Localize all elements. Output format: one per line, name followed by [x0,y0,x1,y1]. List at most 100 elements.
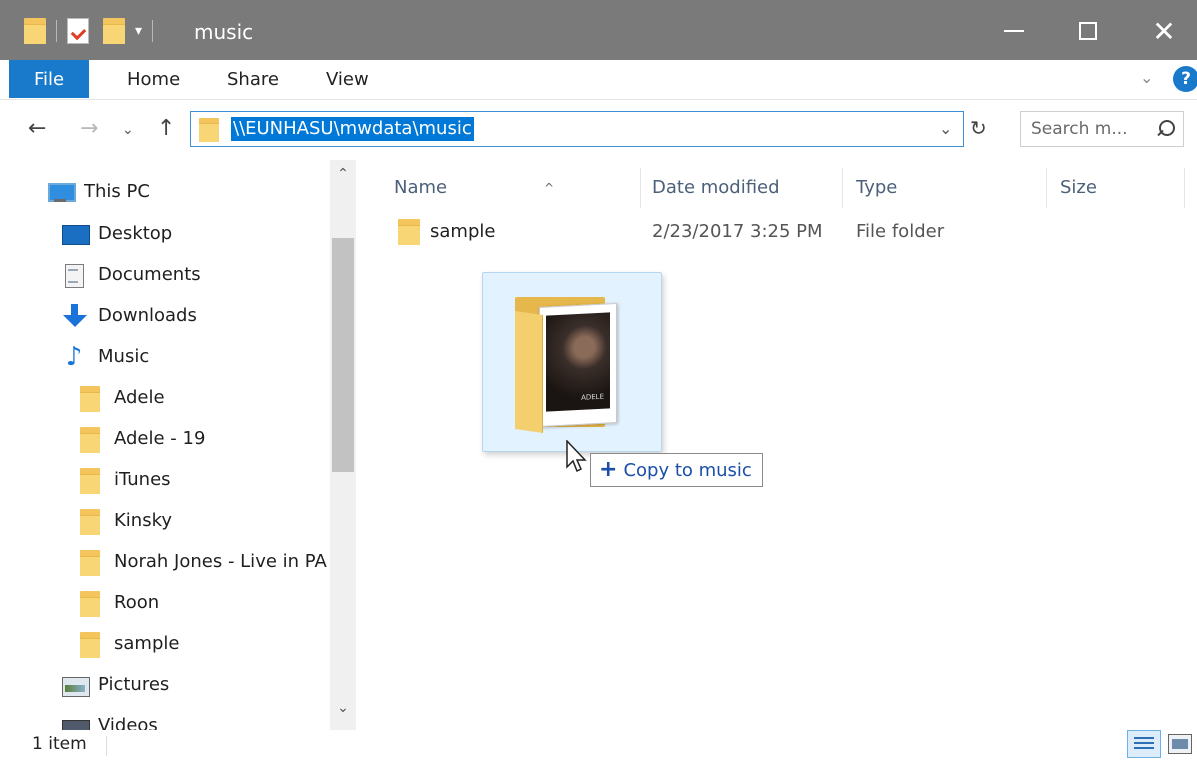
downloads-icon [62,304,87,328]
sidebar-item-label: Downloads [98,305,197,326]
toolbar-divider [56,20,57,42]
status-bar: 1 item [0,730,1197,760]
tab-view[interactable]: View [326,60,369,100]
tab-file[interactable]: File [9,60,89,98]
scroll-up-arrow[interactable]: ⌃ [330,166,356,182]
folder-icon [78,468,102,494]
sidebar-item-roon[interactable]: Roon [78,588,159,618]
album-art-thumbnail: ADELE [539,302,617,428]
search-box[interactable] [1020,111,1184,147]
back-button[interactable]: ← [28,116,46,141]
refresh-button[interactable]: ↻ [970,116,987,140]
ribbon-tabs: File Home Share View ⌄ [0,60,1197,100]
large-icons-view-icon[interactable] [1168,734,1192,754]
scroll-down-arrow[interactable]: ⌄ [330,700,356,716]
details-view-icon[interactable] [1127,730,1161,758]
sidebar-item-this-pc[interactable]: This PC [48,177,150,207]
drag-preview: ADELE [482,272,662,452]
recent-locations-button[interactable]: ⌄ [122,122,134,138]
file-name: sample [430,221,496,242]
maximize-icon [1079,22,1097,40]
sidebar-item-sample[interactable]: sample [78,629,179,659]
videos-icon [62,714,90,730]
tab-share[interactable]: Share [227,60,279,100]
sidebar-item-label: Videos [98,715,158,730]
sidebar-item-music[interactable]: ♪ Music [62,342,150,372]
address-path[interactable]: \\EUNHASU\mwdata\music [231,117,474,141]
address-bar[interactable]: \\EUNHASU\mwdata\music ⌄ [190,111,964,147]
album-cover-text: ADELE [581,392,604,402]
folder-icon [78,427,102,453]
folder-icon [78,591,102,617]
properties-icon[interactable] [67,18,89,44]
pictures-icon [62,673,90,697]
file-date-modified: 2/23/2017 3:25 PM [652,221,823,242]
column-header-date-modified[interactable]: Date modified [652,168,780,208]
up-button[interactable]: ↑ [157,116,175,141]
folder-icon [398,219,420,245]
column-label: Name [394,177,448,198]
close-button[interactable]: ✕ [1144,14,1184,48]
desktop-icon [62,222,90,246]
column-divider[interactable] [640,168,641,208]
item-count: 1 item [32,734,87,754]
sidebar-item-itunes[interactable]: iTunes [78,465,171,495]
column-header-type[interactable]: Type [856,168,897,208]
column-divider[interactable] [842,168,843,208]
maximize-button[interactable] [1068,14,1108,48]
column-divider[interactable] [1046,168,1047,208]
folder-icon [78,550,102,576]
table-row[interactable]: sample 2/23/2017 3:25 PM File folder [394,216,1184,248]
sidebar-item-videos[interactable]: Videos [62,711,158,730]
sidebar-item-adele-19[interactable]: Adele - 19 [78,424,205,454]
status-divider [106,736,107,756]
forward-button[interactable]: → [80,116,98,141]
sidebar-item-adele[interactable]: Adele [78,383,165,413]
sidebar-item-label: Adele [114,387,165,408]
sidebar-item-documents[interactable]: Documents [62,260,201,290]
folder-icon [78,386,102,412]
address-history-dropdown[interactable]: ⌄ [939,119,952,138]
expand-ribbon-icon[interactable]: ⌄ [1140,68,1153,87]
navigation-pane: This PC Desktop Documents Downloads ♪ Mu… [0,160,356,730]
sidebar-item-norah-jones[interactable]: Norah Jones - Live in PA [78,547,327,577]
sidebar-item-pictures[interactable]: Pictures [62,670,169,700]
documents-icon [62,263,86,288]
window-title: music [194,20,254,44]
minimize-button[interactable] [994,14,1034,48]
customize-qat-dropdown[interactable]: ▾ [135,23,142,39]
sidebar-item-label: This PC [84,181,150,202]
music-icon: ♪ [65,342,83,372]
search-input[interactable] [1031,118,1149,140]
minimize-icon [1004,30,1024,32]
sidebar-item-label: Pictures [98,674,170,695]
computer-icon [48,180,76,204]
folder-icon [24,18,46,44]
sidebar-item-downloads[interactable]: Downloads [62,301,197,331]
tooltip-label: Copy to music [623,460,752,481]
tab-home[interactable]: Home [127,60,180,100]
column-header-name[interactable]: Name ^ [394,168,640,208]
folder-icon [199,118,219,142]
sidebar-item-label: Music [98,346,150,367]
sidebar-item-kinsky[interactable]: Kinsky [78,506,172,536]
help-icon[interactable]: ? [1173,66,1197,92]
folder-front-panel [515,311,543,433]
column-divider[interactable] [1184,168,1185,208]
drag-tooltip: + Copy to music [590,453,763,487]
sidebar-item-label: Documents [98,264,201,285]
sidebar-item-desktop[interactable]: Desktop [62,219,172,249]
search-icon[interactable] [1155,119,1175,139]
sidebar-item-label: sample [114,633,180,654]
sidebar-item-label: Norah Jones - Live in PA [114,551,327,572]
file-type: File folder [856,221,945,242]
sidebar-item-label: Roon [114,592,160,613]
sidebar-scrollbar[interactable]: ⌃ ⌄ [330,160,356,730]
quick-access-toolbar: ▾ [24,16,163,46]
plus-icon: + [599,457,618,482]
sort-ascending-icon: ^ [544,181,555,195]
column-header-size[interactable]: Size [1060,168,1097,208]
new-folder-icon[interactable] [103,18,125,44]
sidebar-item-label: iTunes [114,469,171,490]
scroll-thumb[interactable] [332,238,354,472]
